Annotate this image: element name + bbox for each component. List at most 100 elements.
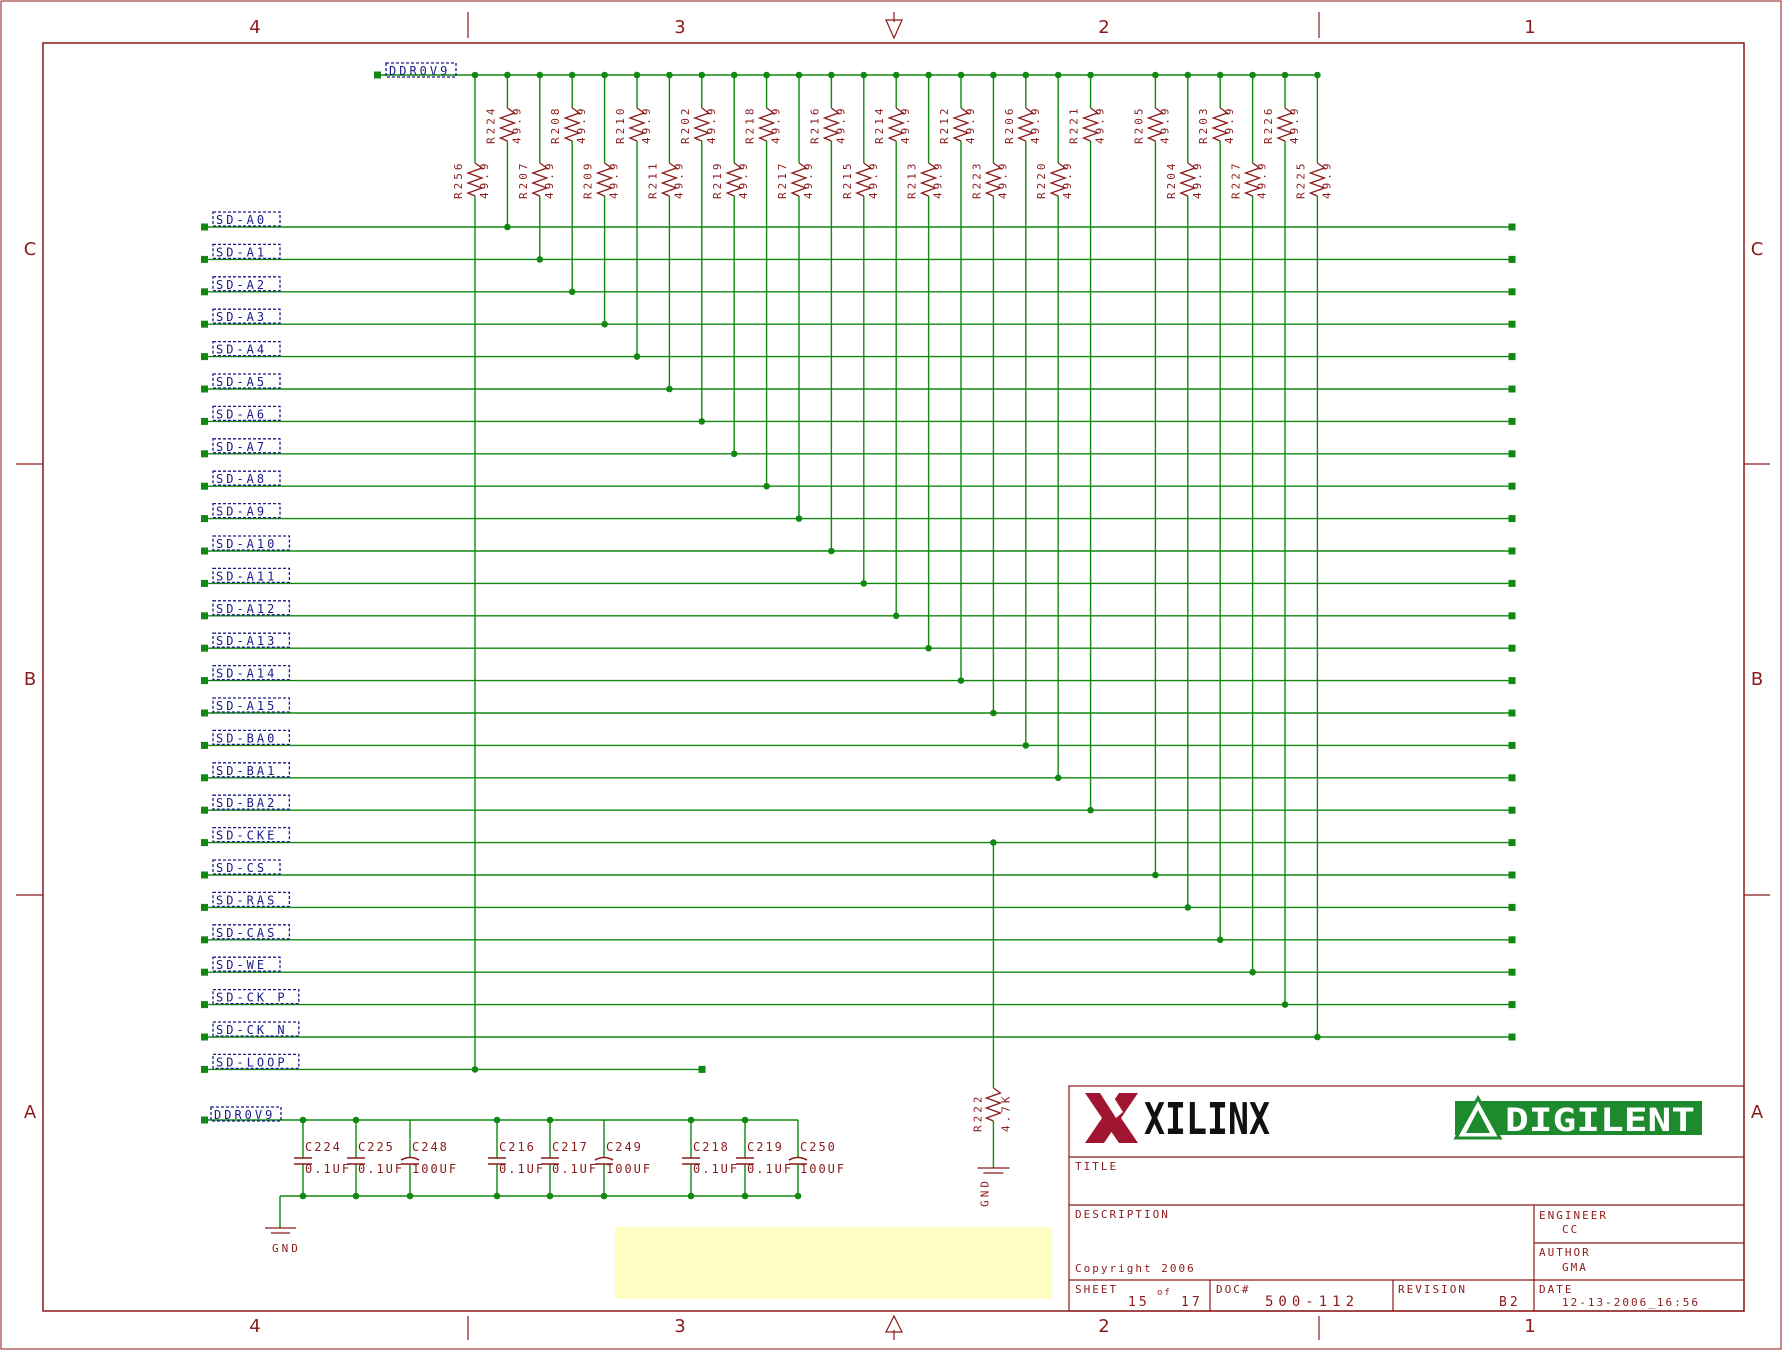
- resistor-value: 49.9: [608, 161, 621, 200]
- resistor-designator: R208: [549, 106, 562, 145]
- signal-terminal-right: [1508, 450, 1516, 458]
- signal-junction: [957, 677, 965, 684]
- net-label-sd-ba1: SD-BA1: [216, 764, 277, 778]
- signal-terminal-left: [201, 936, 208, 944]
- capacitor-designator: C217: [552, 1140, 589, 1154]
- capacitor-designator: C219: [747, 1140, 784, 1154]
- signal-junction: [536, 256, 544, 263]
- signal-terminal-left: [201, 612, 208, 620]
- signal-terminal-left: [201, 968, 208, 976]
- revision-value: B2: [1499, 1295, 1521, 1310]
- net-label-sd-ck_n: SD-CK_N: [216, 1023, 288, 1037]
- resistor-value: 49.9: [964, 106, 977, 145]
- cap-power-junction: [546, 1116, 554, 1124]
- resistor-designator: R219: [711, 161, 724, 200]
- cap-power-terminal: [201, 1116, 208, 1124]
- signal-terminal-right: [1508, 903, 1516, 911]
- signal-junction: [892, 612, 900, 620]
- sheet-of-label: of: [1157, 1288, 1172, 1298]
- capacitor-value: 0.1UF: [499, 1162, 545, 1176]
- signal-junction: [601, 320, 608, 328]
- resistor-value: 49.9: [640, 106, 653, 145]
- power-bus-junction: [1022, 71, 1030, 79]
- signal-terminal-left: [201, 644, 208, 652]
- signal-terminal-left: [201, 677, 208, 685]
- cap-power-net-label: DDR0V9: [214, 1108, 275, 1122]
- resistor-designator: R226: [1262, 106, 1275, 145]
- resistor-value: 49.9: [834, 106, 847, 145]
- resistor-designator: R220: [1035, 161, 1048, 200]
- capacitor-designator: C218: [693, 1140, 730, 1154]
- signal-terminal-right: [1508, 774, 1516, 782]
- resistor-designator: R227: [1230, 161, 1243, 200]
- signal-terminal-right: [1508, 320, 1516, 328]
- power-bus-junction: [763, 71, 770, 79]
- capacitor-designator: C249: [606, 1140, 643, 1154]
- signal-junction: [1216, 936, 1224, 944]
- power-bus-junction: [957, 71, 965, 79]
- resistor-designator: R206: [1003, 105, 1016, 144]
- signal-terminal-right: [1508, 644, 1516, 652]
- resistor-value: 49.9: [543, 161, 556, 200]
- signal-junction: [1281, 1001, 1289, 1008]
- resistor-value: 49.9: [1029, 106, 1042, 145]
- signal-terminal-right: [1508, 1033, 1516, 1041]
- signal-junction: [568, 288, 576, 296]
- power-bus-junction: [633, 71, 641, 79]
- resistor-value: 49.9: [770, 106, 783, 145]
- pulldown-designator: R222: [971, 1094, 984, 1133]
- cap-ground-junction: [493, 1192, 501, 1200]
- resistor-value: 49.9: [867, 161, 880, 200]
- cap-ground-junction: [406, 1192, 414, 1200]
- capacitor-designator: C224: [305, 1140, 342, 1154]
- xilinx-wordmark: XILINX: [1144, 1094, 1270, 1145]
- description-label: DESCRIPTION: [1075, 1208, 1170, 1221]
- net-label-sd-cke: SD-CKE: [216, 829, 277, 843]
- signal-terminal-right: [1508, 515, 1516, 523]
- net-label-sd-a2: SD-A2: [216, 278, 267, 292]
- resistor-value: 49.9: [705, 106, 718, 145]
- net-label-sd-a9: SD-A9: [216, 505, 267, 519]
- author-label: AUTHOR: [1539, 1246, 1591, 1259]
- capacitor-value: 100UF: [800, 1162, 846, 1176]
- resistor-designator: R218: [744, 106, 757, 145]
- doc-number: 500-112: [1265, 1294, 1359, 1310]
- resistor-value: 49.9: [1061, 161, 1074, 200]
- resistor-designator: R217: [776, 161, 789, 200]
- signal-terminal-left: [201, 288, 208, 296]
- net-label-sd-a14: SD-A14: [216, 667, 277, 681]
- power-bus-junction: [1281, 71, 1289, 79]
- signal-terminal-left: [201, 482, 208, 490]
- frame-row-label-left: B: [24, 669, 36, 690]
- signal-junction: [1054, 774, 1062, 782]
- net-label-sd-a5: SD-A5: [216, 375, 267, 389]
- net-label-sd-a4: SD-A4: [216, 343, 267, 357]
- signal-terminal-left: [201, 1065, 208, 1073]
- capacitor-value: 0.1UF: [693, 1162, 739, 1176]
- power-bus-junction: [1184, 71, 1192, 79]
- resistor-designator: R221: [1068, 106, 1081, 145]
- capacitor-plate-curved: [594, 1156, 614, 1161]
- net-label-sd-a10: SD-A10: [216, 537, 277, 551]
- power-bus-junction: [601, 71, 608, 79]
- resistor-value: 49.9: [1223, 106, 1236, 145]
- signal-terminal-right: [1508, 741, 1516, 749]
- resistor-designator: R205: [1132, 106, 1145, 145]
- signal-junction: [1249, 968, 1256, 976]
- signal-terminal-right: [1508, 385, 1516, 393]
- resistor-designator: R210: [614, 106, 627, 145]
- resistor-value: 49.9: [996, 161, 1009, 200]
- capacitor-value: 100UF: [606, 1162, 652, 1176]
- power-bus-junction: [1087, 71, 1094, 79]
- power-bus-junction: [828, 71, 835, 79]
- net-label-sd-ba0: SD-BA0: [216, 731, 277, 745]
- signal-terminal-left: [201, 385, 208, 393]
- signal-terminal-left: [201, 353, 208, 361]
- signal-junction: [471, 1066, 479, 1073]
- frame-row-label-right: A: [1751, 1102, 1764, 1123]
- cap-power-junction: [741, 1116, 749, 1124]
- frame-column-label-bottom: 3: [674, 1316, 685, 1337]
- power-bus-junction: [892, 71, 900, 79]
- revision-label: REVISION: [1398, 1283, 1467, 1296]
- frame-row-label-left: C: [24, 239, 37, 260]
